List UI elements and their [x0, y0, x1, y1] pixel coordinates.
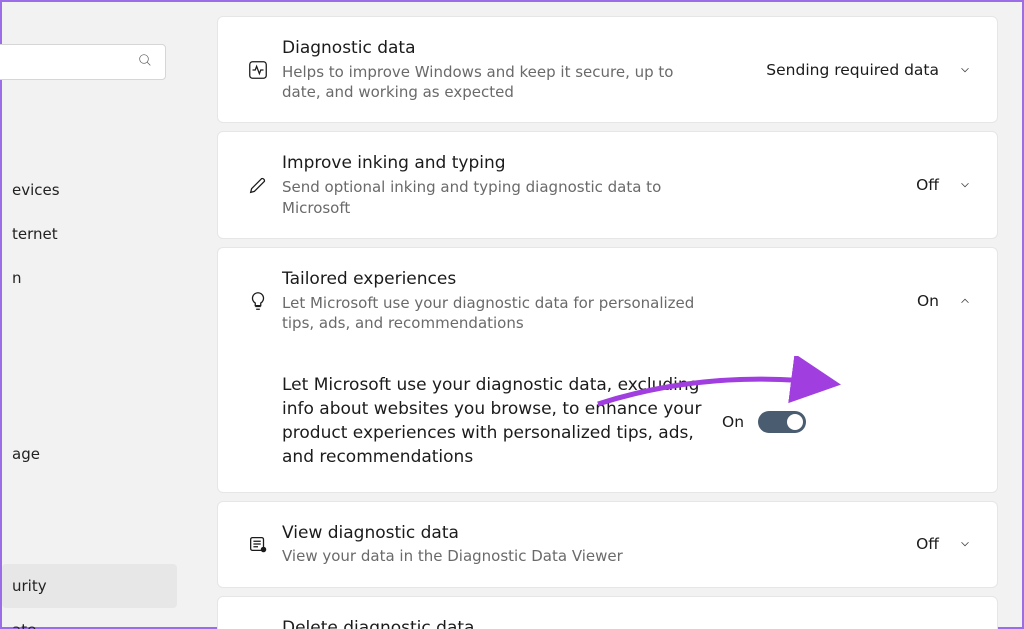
toggle-knob: [787, 414, 803, 430]
row-title: Improve inking and typing: [282, 152, 904, 175]
lightbulb-icon: [234, 290, 282, 312]
sidebar-item-label: age: [12, 445, 40, 463]
row-view-diagnostic-data[interactable]: View diagnostic data View your data in t…: [217, 501, 998, 588]
list-icon: [234, 533, 282, 555]
chevron-down-icon: [957, 178, 973, 192]
sidebar-item-personalization[interactable]: n: [2, 256, 177, 300]
row-title: Delete diagnostic data: [282, 617, 945, 629]
sidebar-item-label: ate: [12, 621, 36, 629]
row-title: Tailored experiences: [282, 268, 905, 291]
sidebar-item-security[interactable]: urity: [2, 564, 177, 608]
row-desc: Let Microsoft use your diagnostic data f…: [282, 293, 722, 334]
row-desc: Helps to improve Windows and keep it sec…: [282, 62, 702, 103]
row-status: Off: [916, 176, 939, 194]
row-tailored-experiences[interactable]: Tailored experiences Let Microsoft use y…: [217, 247, 998, 353]
sidebar-item-label: evices: [12, 181, 60, 199]
sidebar-item-label: urity: [12, 577, 47, 595]
row-tailored-experiences-detail: Let Microsoft use your diagnostic data, …: [217, 352, 998, 492]
toggle-state-label: On: [722, 413, 744, 431]
pen-icon: [234, 174, 282, 196]
main-content: Diagnostic data Helps to improve Windows…: [177, 2, 1022, 627]
sidebar-nav: evices ternet n age urity ate: [2, 124, 177, 629]
row-improve-inking[interactable]: Improve inking and typing Send optional …: [217, 131, 998, 238]
row-diagnostic-data[interactable]: Diagnostic data Helps to improve Windows…: [217, 16, 998, 123]
sidebar-item-devices[interactable]: evices: [2, 168, 177, 212]
row-status: On: [917, 292, 939, 310]
row-title: View diagnostic data: [282, 522, 904, 545]
sidebar-item-update[interactable]: ate: [2, 608, 177, 629]
search-input[interactable]: [0, 44, 166, 80]
tailored-toggle[interactable]: [758, 411, 806, 433]
sidebar-item-label: ternet: [12, 225, 58, 243]
search-icon: [137, 52, 153, 72]
chevron-down-icon: [957, 537, 973, 551]
sidebar-item-internet[interactable]: ternet: [2, 212, 177, 256]
row-status: Off: [916, 535, 939, 553]
toggle-description: Let Microsoft use your diagnostic data, …: [282, 374, 722, 469]
heartbeat-icon: [234, 59, 282, 81]
chevron-down-icon: [957, 63, 973, 77]
chevron-up-icon: [957, 294, 973, 308]
row-desc: Send optional inking and typing diagnost…: [282, 177, 722, 218]
row-status: Sending required data: [766, 61, 939, 79]
sidebar-item-label: n: [12, 269, 22, 287]
row-desc: View your data in the Diagnostic Data Vi…: [282, 546, 722, 566]
row-title: Diagnostic data: [282, 37, 754, 60]
row-delete-diagnostic-data[interactable]: Delete diagnostic data Clear diagnostic …: [217, 596, 998, 629]
sidebar: evices ternet n age urity ate: [2, 2, 177, 627]
sidebar-item-storage[interactable]: age: [2, 432, 177, 476]
